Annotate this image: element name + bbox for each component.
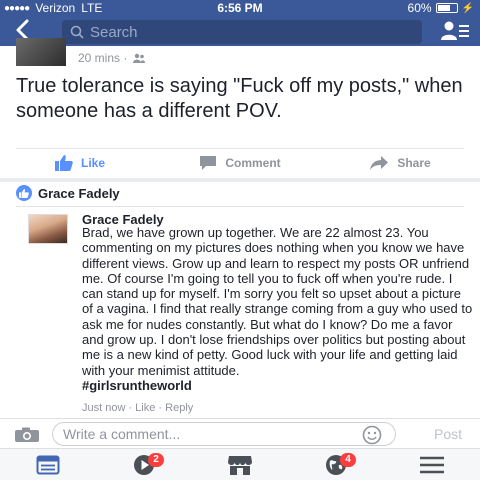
commenter-avatar[interactable]: [28, 214, 68, 244]
status-bar: ●●●●● Verizon LTE 6:56 PM 60% ⚡: [0, 0, 480, 16]
share-label: Share: [397, 156, 431, 170]
tab-news-feed[interactable]: [0, 449, 96, 480]
tab-video[interactable]: 2: [96, 449, 192, 480]
bottom-tab-bar: 2 4: [0, 448, 480, 480]
menu-icon: [420, 456, 444, 473]
post-meta: 20 mins ·: [78, 51, 146, 65]
likes-names: Grace Fadely: [38, 185, 120, 201]
public-audience-icon: [133, 53, 146, 63]
post-time[interactable]: 20 mins ·: [78, 51, 127, 65]
comment-hashtag[interactable]: #girlsruntheworld: [82, 378, 474, 393]
nav-bar: Search: [0, 16, 480, 46]
divider: [16, 148, 464, 149]
likes-summary[interactable]: Grace Fadely: [16, 184, 120, 202]
battery-icon: [435, 3, 458, 13]
comment-meta[interactable]: Just now · Like · Reply: [82, 402, 193, 414]
comment-label: Comment: [225, 156, 281, 170]
like-button[interactable]: Like: [0, 150, 160, 176]
post-text: True tolerance is saying "Fuck off my po…: [16, 75, 463, 122]
like-icon: [54, 155, 73, 171]
divider: [16, 206, 464, 207]
like-label: Like: [80, 156, 105, 170]
post-button[interactable]: Post: [434, 426, 462, 442]
tab-menu[interactable]: [384, 449, 480, 480]
news-feed-icon: [36, 455, 60, 474]
camera-icon[interactable]: [14, 427, 40, 448]
search-input[interactable]: Search: [62, 20, 422, 44]
search-placeholder: Search: [90, 23, 138, 41]
charging-icon: ⚡: [461, 2, 474, 14]
search-icon: [70, 25, 84, 39]
comment-input[interactable]: Write a comment...: [52, 422, 396, 446]
comment-placeholder: Write a comment...: [63, 426, 181, 442]
share-icon: [370, 156, 389, 170]
post-header: 20 mins ·: [0, 38, 480, 68]
comment-button[interactable]: Comment: [160, 150, 320, 176]
video-badge: 2: [148, 453, 164, 467]
status-right: 60% ⚡: [408, 1, 474, 15]
tab-marketplace[interactable]: [192, 449, 288, 480]
comment-text: Brad, we have grown up together. We are …: [82, 225, 473, 378]
battery-percent: 60%: [407, 1, 432, 15]
comment-body: Brad, we have grown up together. We are …: [82, 225, 474, 393]
comment-icon: [200, 156, 217, 170]
marketplace-icon: [228, 455, 252, 475]
author-avatar[interactable]: [16, 38, 66, 66]
friends-icon[interactable]: [440, 20, 470, 42]
comment-composer: Write a comment... Post: [0, 418, 480, 448]
tab-notifications[interactable]: 4: [288, 449, 384, 480]
smiley-icon[interactable]: [362, 425, 382, 450]
section-separator: [0, 178, 480, 182]
post-actions: Like Comment Share: [0, 150, 480, 176]
share-button[interactable]: Share: [320, 150, 480, 176]
like-reaction-icon: [16, 185, 32, 201]
notifications-badge: 4: [340, 453, 356, 467]
